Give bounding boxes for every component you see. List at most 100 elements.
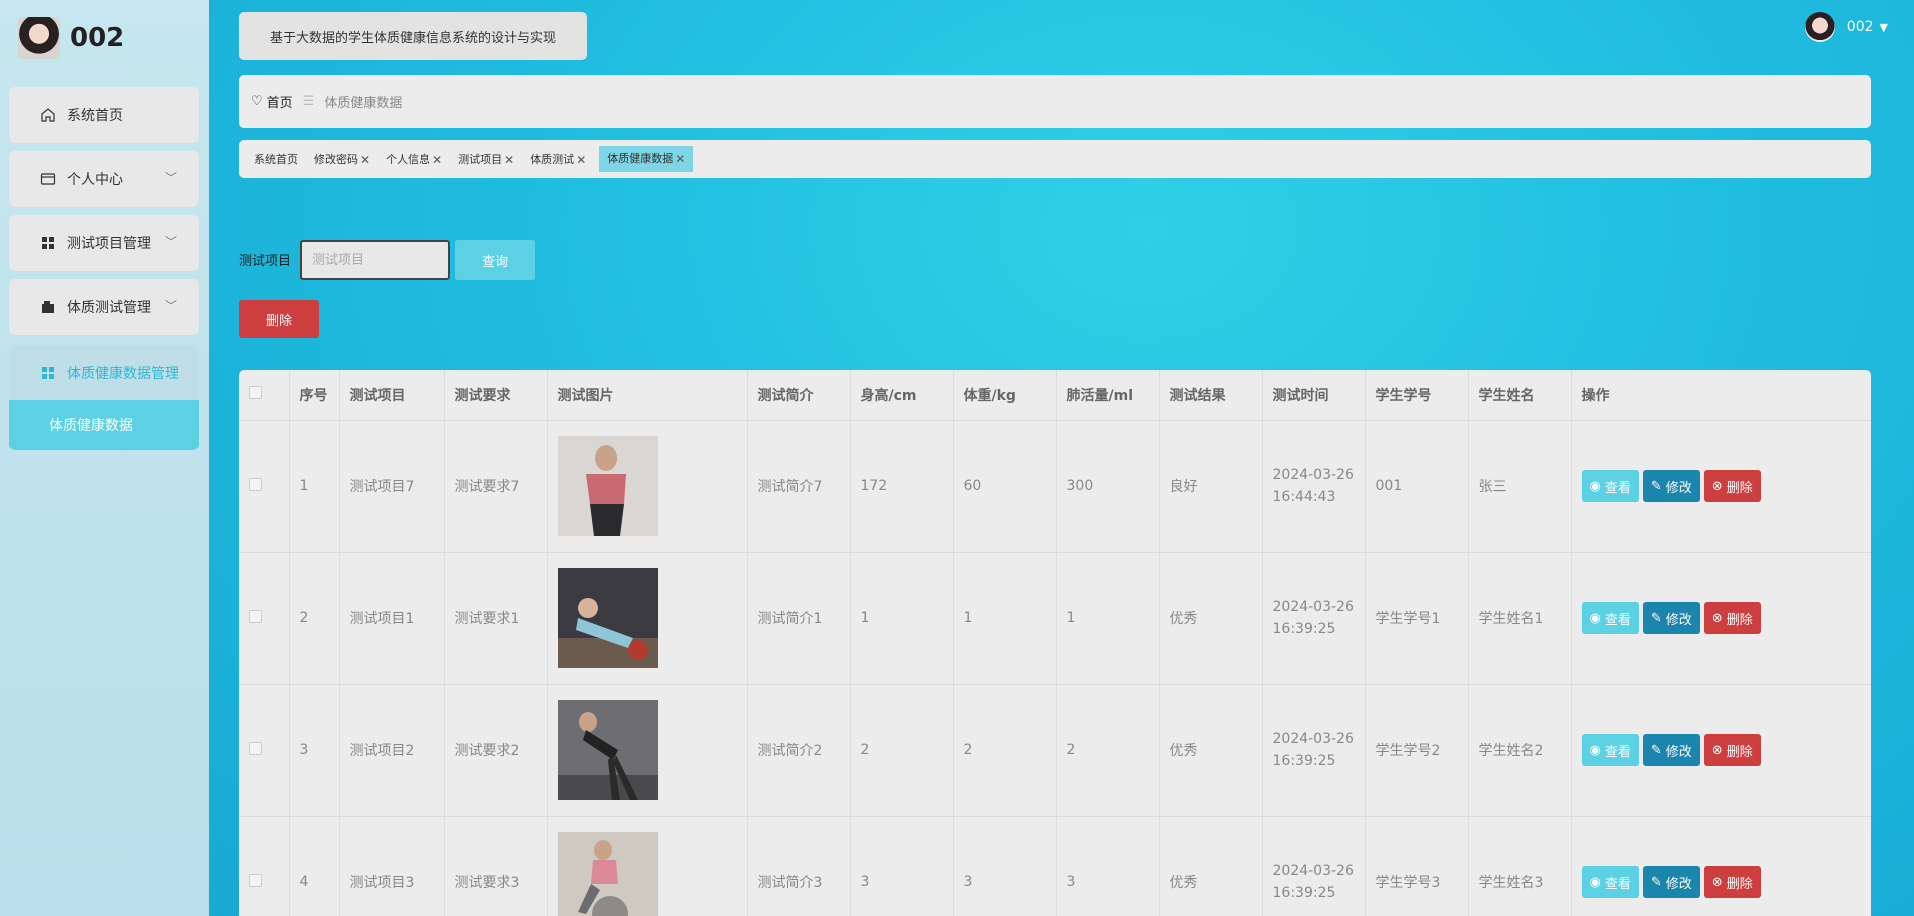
- delete-button[interactable]: ⊗ 删除: [1703, 470, 1761, 502]
- tag-change-password[interactable]: 修改密码 ✕: [311, 148, 373, 172]
- cell-result: 良好: [1159, 420, 1263, 553]
- column-header: 身高/cm: [850, 370, 954, 421]
- delete-label: 删除: [1726, 876, 1753, 892]
- tag-fitness-test[interactable]: 体质测试 ✕: [527, 148, 589, 172]
- tag-test-project[interactable]: 测试项目 ✕: [455, 148, 517, 172]
- cell-intro: 测试简介7: [747, 420, 851, 553]
- sidebar-item-personal-center[interactable]: 个人中心 ﹀: [9, 151, 199, 207]
- avatar: [1804, 12, 1835, 42]
- close-icon[interactable]: ✕: [675, 147, 685, 171]
- column-header: 操作: [1571, 370, 1871, 421]
- cell-image: [547, 816, 748, 916]
- tag-label: 个人信息: [386, 153, 431, 166]
- edit-button[interactable]: ✎ 修改: [1642, 866, 1700, 898]
- batch-delete-button[interactable]: 删除: [239, 300, 319, 338]
- row-checkbox[interactable]: [249, 609, 262, 623]
- cell-weight: 1: [953, 552, 1057, 685]
- delete-circle-icon: ⊗: [1711, 742, 1723, 758]
- delete-button[interactable]: ⊗ 删除: [1703, 734, 1761, 766]
- sidebar-item-test-project-management[interactable]: 测试项目管理 ﹀: [9, 215, 199, 271]
- cell-clock: 16:44:43: [1272, 489, 1336, 505]
- view-button[interactable]: ◉ 查看: [1581, 602, 1639, 634]
- delete-button[interactable]: ⊗ 删除: [1703, 866, 1761, 898]
- sidebar-subitem-health-data[interactable]: 体质健康数据: [9, 400, 199, 450]
- test-photo[interactable]: [557, 436, 658, 536]
- cell-no: 4: [289, 816, 340, 916]
- cell-req: 测试要求1: [444, 552, 548, 685]
- test-photo[interactable]: [557, 568, 658, 668]
- data-table: 序号 测试项目 测试要求 测试图片 测试简介 身高/cm 体重/kg 肺活量/m…: [239, 370, 1871, 916]
- cell-student-id: 001: [1365, 420, 1469, 553]
- cell-lung: 2: [1056, 684, 1160, 817]
- query-button-label: 查询: [481, 254, 508, 270]
- view-button[interactable]: ◉ 查看: [1581, 734, 1639, 766]
- tag-personal-info[interactable]: 个人信息 ✕: [383, 148, 445, 172]
- column-header: 测试要求: [444, 370, 548, 421]
- cell-ops: ◉ 查看 ✎ 修改 ⊗ 删除: [1571, 552, 1871, 685]
- delete-label: 删除: [1726, 480, 1753, 496]
- edit-button[interactable]: ✎ 修改: [1642, 470, 1700, 502]
- tag-health-data[interactable]: 体质健康数据 ✕: [599, 146, 694, 172]
- tags-bar: 系统首页 修改密码 ✕ 个人信息 ✕ 测试项目 ✕ 体质测试 ✕ 体质健康数据 …: [239, 140, 1871, 178]
- view-button[interactable]: ◉ 查看: [1581, 470, 1639, 502]
- table-row: 3 测试项目2 测试要求2 测试简介2 2 2 2 优秀 2024-03-26 1…: [239, 684, 1871, 817]
- cell-student-name: 学生姓名2: [1468, 684, 1572, 817]
- card-icon: [39, 170, 57, 188]
- column-header: 学生姓名: [1468, 370, 1572, 421]
- view-label: 查看: [1604, 744, 1631, 760]
- delete-button[interactable]: ⊗ 删除: [1703, 602, 1761, 634]
- edit-label: 修改: [1665, 612, 1692, 628]
- pencil-icon: ✎: [1650, 742, 1662, 758]
- user-menu[interactable]: 002 ▼: [1804, 12, 1888, 42]
- query-button[interactable]: 查询: [455, 240, 535, 280]
- breadcrumb: ♡ 首页 ☰ 体质健康数据: [239, 75, 1871, 128]
- chevron-down-icon: ﹀: [164, 171, 177, 185]
- table-row: 4 测试项目3 测试要求3 测试简介3 3 3 3 优秀 2024-03-26 1…: [239, 816, 1871, 916]
- close-icon[interactable]: ✕: [360, 148, 370, 172]
- cell-no: 2: [289, 552, 340, 685]
- cell-lung: 1: [1056, 552, 1160, 685]
- view-button[interactable]: ◉ 查看: [1581, 866, 1639, 898]
- row-checkbox[interactable]: [249, 477, 262, 491]
- sidebar-item-health-data-management[interactable]: 体质健康数据管理: [9, 345, 199, 401]
- tag-home[interactable]: 系统首页: [251, 148, 301, 172]
- select-all-checkbox[interactable]: [249, 386, 262, 400]
- column-header: 体重/kg: [953, 370, 1057, 421]
- row-checkbox[interactable]: [249, 873, 262, 887]
- delete-circle-icon: ⊗: [1711, 874, 1723, 890]
- cell-req: 测试要求3: [444, 816, 548, 916]
- breadcrumb-home[interactable]: ♡ 首页: [251, 92, 293, 111]
- sidebar-item-home[interactable]: 系统首页: [9, 87, 199, 143]
- search-input[interactable]: [300, 240, 450, 280]
- heart-icon: ♡: [251, 94, 263, 109]
- edit-button[interactable]: ✎ 修改: [1642, 602, 1700, 634]
- eye-icon: ◉: [1589, 478, 1601, 494]
- breadcrumb-home-label: 首页: [266, 96, 293, 111]
- sidebar-item-fitness-test-management[interactable]: 体质测试管理 ﹀: [9, 279, 199, 335]
- row-checkbox-cell: [239, 420, 290, 553]
- test-photo[interactable]: [557, 700, 658, 800]
- tag-label: 测试项目: [458, 153, 503, 166]
- wallet-icon: [39, 298, 57, 316]
- cell-item: 测试项目7: [339, 420, 445, 553]
- edit-button[interactable]: ✎ 修改: [1642, 734, 1700, 766]
- column-header: 序号: [289, 370, 340, 421]
- caret-down-icon: ▼: [1879, 20, 1888, 34]
- cell-student-name: 学生姓名3: [1468, 816, 1572, 916]
- cell-time: 2024-03-26 16:44:43: [1262, 420, 1366, 553]
- sidebar-item-label: 系统首页: [67, 108, 123, 124]
- close-icon[interactable]: ✕: [432, 148, 442, 172]
- eye-icon: ◉: [1589, 874, 1601, 890]
- cell-result: 优秀: [1159, 816, 1263, 916]
- close-icon[interactable]: ✕: [576, 148, 586, 172]
- tag-label: 体质测试: [530, 153, 575, 166]
- cell-clock: 16:39:25: [1272, 621, 1336, 637]
- row-checkbox[interactable]: [249, 741, 262, 755]
- close-icon[interactable]: ✕: [504, 148, 514, 172]
- main-area: 基于大数据的学生体质健康信息系统的设计与实现 002 ▼ ♡ 首页 ☰ 体质健康…: [209, 0, 1914, 916]
- column-header: 测试项目: [339, 370, 445, 421]
- pencil-icon: ✎: [1650, 610, 1662, 626]
- test-photo[interactable]: [557, 832, 658, 916]
- cell-student-id: 学生学号3: [1365, 816, 1469, 916]
- cell-ops: ◉ 查看 ✎ 修改 ⊗ 删除: [1571, 420, 1871, 553]
